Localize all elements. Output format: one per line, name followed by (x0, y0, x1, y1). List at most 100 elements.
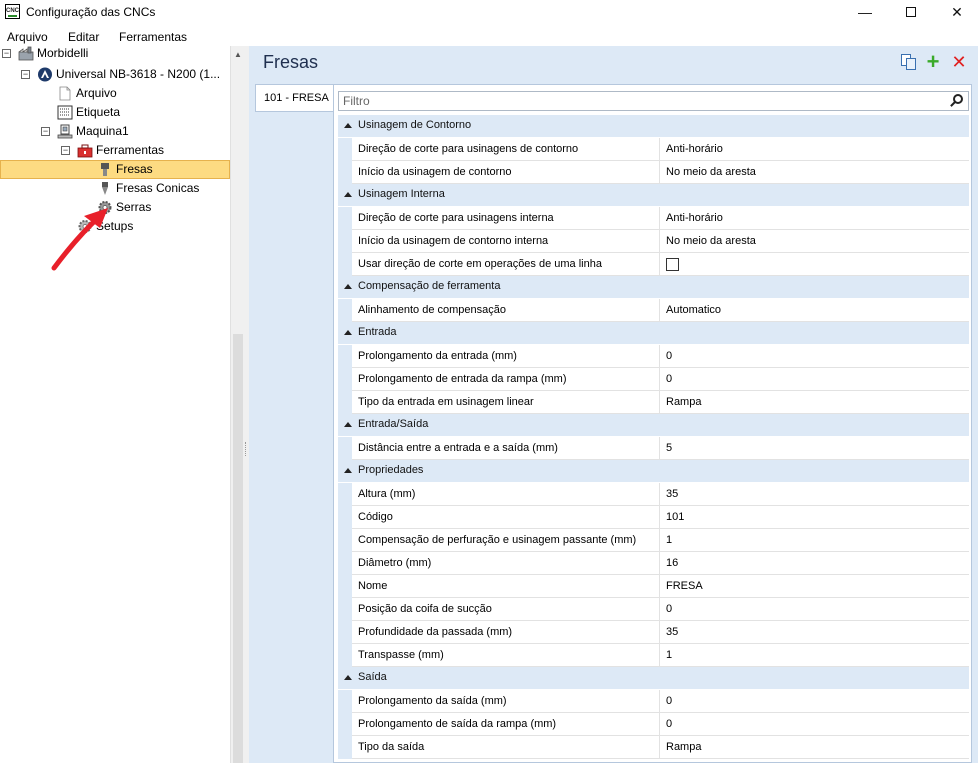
property-name: Prolongamento de entrada da rampa (mm) (352, 368, 660, 391)
property-value[interactable]: 0 (660, 713, 969, 736)
tree-item-arquivo[interactable]: Arquivo (0, 84, 230, 103)
chevron-up-icon[interactable] (344, 675, 352, 680)
maximize-button[interactable] (888, 0, 934, 24)
property-value[interactable]: Anti-horário (660, 138, 969, 161)
property-row[interactable]: Prolongamento da saída (mm) 0 (338, 690, 969, 713)
category-row[interactable]: Entrada/Saída (338, 414, 969, 437)
collapse-icon[interactable]: − (61, 146, 70, 155)
tree-item-setups[interactable]: Setups (0, 217, 230, 236)
property-row[interactable]: Usar direção de corte em operações de um… (338, 253, 969, 276)
property-row[interactable]: Direção de corte para usinagens de conto… (338, 138, 969, 161)
property-value[interactable]: 5 (660, 437, 969, 460)
property-row[interactable]: Nome FRESA (338, 575, 969, 598)
tree-item-label: Ferramentas (96, 143, 165, 157)
property-value[interactable]: 0 (660, 690, 969, 713)
property-value[interactable]: No meio da aresta (660, 230, 969, 253)
property-row[interactable]: Tipo da entrada em usinagem linear Rampa (338, 391, 969, 414)
gear-icon (98, 201, 112, 214)
property-row[interactable]: Distância entre a entrada e a saída (mm)… (338, 437, 969, 460)
property-row[interactable]: Profundidade da passada (mm) 35 (338, 621, 969, 644)
property-value[interactable]: 0 (660, 598, 969, 621)
chevron-up-icon[interactable] (344, 468, 352, 473)
property-value[interactable]: 101 (660, 506, 969, 529)
property-row[interactable]: Código 101 (338, 506, 969, 529)
property-row[interactable]: Posição da coifa de sucção 0 (338, 598, 969, 621)
menu-ferramentas[interactable]: Ferramentas (119, 30, 187, 44)
category-label: Compensação de ferramenta (358, 280, 501, 292)
tree-item-universal[interactable]: − Universal NB-3618 - N200 (1... (0, 65, 230, 84)
property-row[interactable]: Prolongamento de entrada da rampa (mm) 0 (338, 368, 969, 391)
property-row[interactable]: Compensação de perfuração e usinagem pas… (338, 529, 969, 552)
delete-icon[interactable]: ✕ (951, 53, 967, 71)
category-row[interactable]: Entrada (338, 322, 969, 345)
scrollbar-thumb[interactable] (233, 334, 243, 763)
property-value-checkbox-cell[interactable] (660, 253, 969, 276)
property-value[interactable]: 1 (660, 644, 969, 667)
tree-item-morbidelli[interactable]: − Morbidelli (0, 46, 230, 63)
copy-icon[interactable] (901, 54, 917, 70)
tree-scrollbar[interactable]: ▲ (230, 46, 244, 763)
search-icon[interactable] (950, 94, 964, 108)
property-row[interactable]: Transpasse (mm) 1 (338, 644, 969, 667)
property-row[interactable]: Alinhamento de compensação Automatico (338, 299, 969, 322)
scroll-up-icon[interactable]: ▲ (231, 48, 245, 62)
tab-101-fresa[interactable]: 101 - FRESA (255, 84, 333, 112)
category-row[interactable]: Usinagem de Contorno (338, 115, 969, 138)
property-checkbox[interactable] (666, 258, 679, 271)
add-icon[interactable]: + (925, 51, 941, 73)
category-row[interactable]: Propriedades (338, 460, 969, 483)
property-value[interactable]: No meio da aresta (660, 161, 969, 184)
tree-item-serras[interactable]: Serras (0, 198, 230, 217)
property-value[interactable]: FRESA (660, 575, 969, 598)
tree-item-maquina1[interactable]: − Maquina1 (0, 122, 230, 141)
collapse-icon[interactable]: − (2, 49, 11, 58)
property-row[interactable]: Altura (mm) 35 (338, 483, 969, 506)
label-icon (57, 105, 73, 120)
property-row[interactable]: Prolongamento da entrada (mm) 0 (338, 345, 969, 368)
property-name: Posição da coifa de sucção (352, 598, 660, 621)
filter-input[interactable] (339, 92, 939, 110)
property-value[interactable]: 1 (660, 529, 969, 552)
category-row[interactable]: Saída (338, 667, 969, 690)
chevron-up-icon[interactable] (344, 192, 352, 197)
property-value[interactable]: 35 (660, 621, 969, 644)
tree-item-fresas[interactable]: Fresas (0, 160, 230, 179)
property-value[interactable]: 35 (660, 483, 969, 506)
tree-item-etiqueta[interactable]: Etiqueta (0, 103, 230, 122)
factory-icon (18, 46, 34, 61)
chevron-up-icon[interactable] (344, 284, 352, 289)
property-value[interactable]: 16 (660, 552, 969, 575)
menu-editar[interactable]: Editar (68, 30, 99, 44)
title-bar: CNC Configuração das CNCs — ✕ (0, 0, 978, 26)
chevron-up-icon[interactable] (344, 422, 352, 427)
property-value[interactable]: Rampa (660, 736, 969, 759)
property-row[interactable]: Início da usinagem de contorno interna No… (338, 230, 969, 253)
tree-item-fresas-conicas[interactable]: Fresas Conicas (0, 179, 230, 198)
category-row[interactable]: Usinagem Interna (338, 184, 969, 207)
tree-item-label: Etiqueta (76, 105, 121, 119)
chevron-up-icon[interactable] (344, 123, 352, 128)
property-row[interactable]: Tipo da saída Rampa (338, 736, 969, 759)
property-value[interactable]: Anti-horário (660, 207, 969, 230)
minimize-button[interactable]: — (842, 0, 888, 24)
tree-item-label: Universal NB-3618 - N200 (1... (56, 67, 221, 81)
gear-icon (78, 220, 92, 233)
property-row[interactable]: Prolongamento de saída da rampa (mm) 0 (338, 713, 969, 736)
chevron-up-icon[interactable] (344, 330, 352, 335)
collapse-icon[interactable]: − (41, 127, 50, 136)
property-value[interactable]: 0 (660, 345, 969, 368)
property-value[interactable]: Rampa (660, 391, 969, 414)
tree-item-ferramentas[interactable]: − Ferramentas (0, 141, 230, 160)
property-row[interactable]: Diâmetro (mm) 16 (338, 552, 969, 575)
close-button[interactable]: ✕ (934, 0, 978, 24)
collapse-icon[interactable]: − (21, 70, 30, 79)
property-value[interactable]: Automatico (660, 299, 969, 322)
machine-icon (57, 124, 73, 139)
category-row[interactable]: Compensação de ferramenta (338, 276, 969, 299)
property-row[interactable]: Direção de corte para usinagens interna A… (338, 207, 969, 230)
property-row[interactable]: Início da usinagem de contorno No meio da… (338, 161, 969, 184)
property-name: Alinhamento de compensação (352, 299, 660, 322)
property-value[interactable]: 0 (660, 368, 969, 391)
file-icon (59, 86, 71, 101)
menu-arquivo[interactable]: Arquivo (7, 30, 48, 44)
